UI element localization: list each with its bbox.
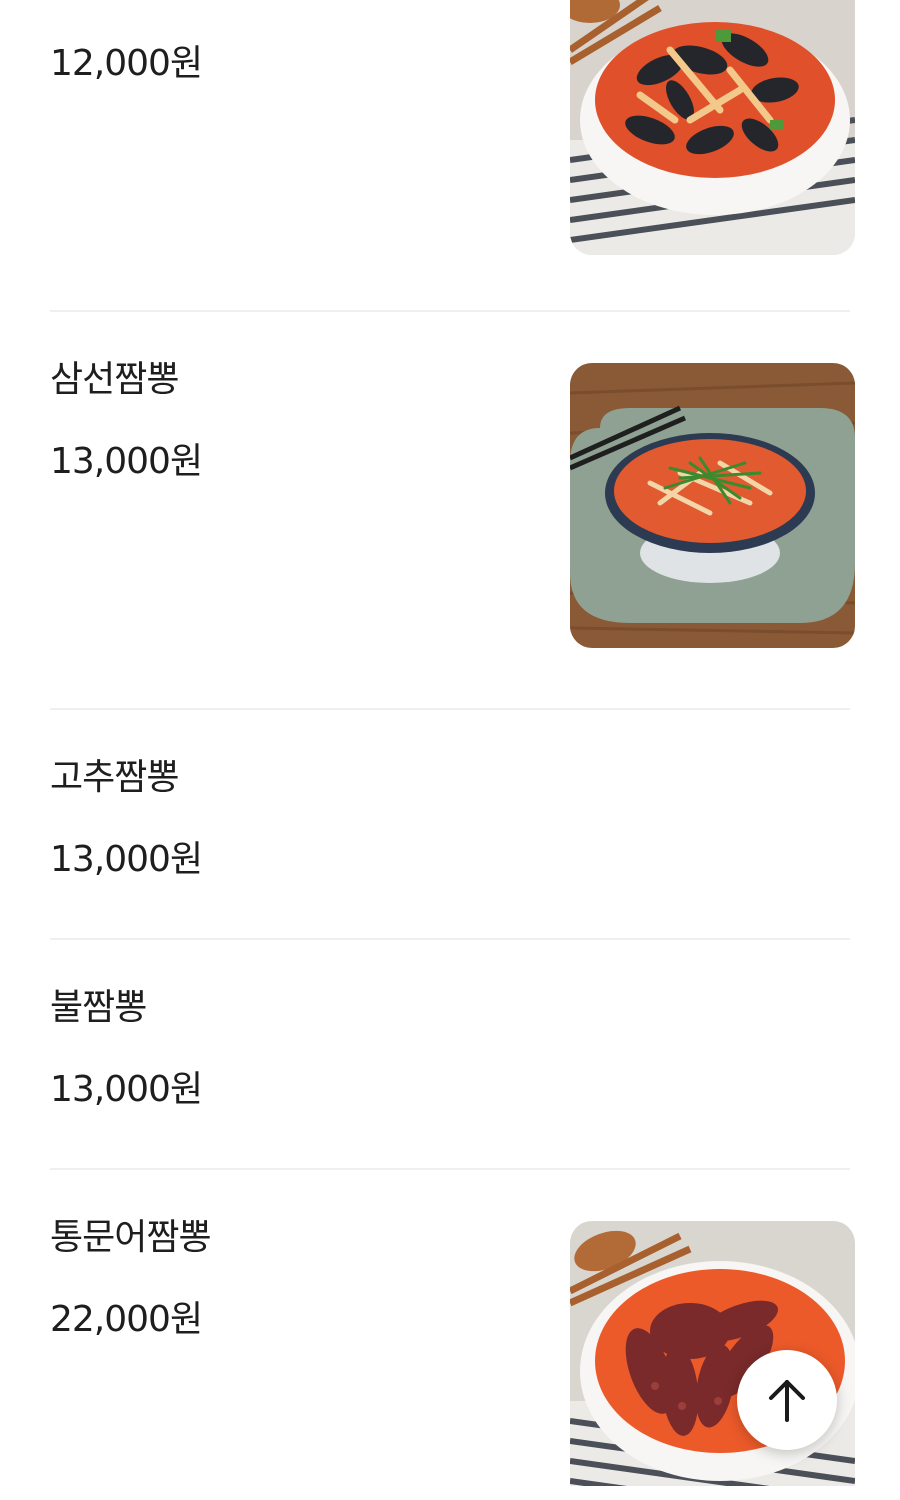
menu-item-octopus-jjamppong[interactable]: 통문어짬뽕 22,000원 (50, 1214, 855, 1500)
menu-item-name: 삼선짬뽕 (50, 359, 179, 400)
divider (50, 310, 850, 312)
menu-item-price: 13,000원 (50, 441, 203, 482)
menu-item-price: 13,000원 (50, 839, 203, 880)
menu-item-bul-jjamppong[interactable]: 불짬뽕 13,000원 (50, 984, 855, 1124)
menu-item-mussel-jjamppong[interactable]: 12,000원 (50, 0, 855, 260)
divider (50, 1168, 850, 1170)
menu-item-price: 22,000원 (50, 1299, 203, 1340)
menu-list: 12,000원 삼선짬뽕 13,000원 고추짬뽕 13,000원 불짬뽕 13… (0, 0, 900, 1500)
mussel-jjamppong-photo-icon (570, 0, 855, 255)
menu-item-name: 고추짬뽕 (50, 757, 179, 798)
menu-item-price: 13,000원 (50, 1069, 203, 1110)
menu-item-name: 불짬뽕 (50, 987, 147, 1028)
menu-item-gochu-jjamppong[interactable]: 고추짬뽕 13,000원 (50, 754, 855, 894)
samseon-jjamppong-photo-icon (570, 363, 855, 648)
scroll-to-top-button[interactable] (737, 1350, 837, 1450)
menu-item-price: 12,000원 (50, 43, 203, 84)
octopus-jjamppong-photo-icon (570, 1221, 855, 1486)
menu-item-photo (570, 363, 855, 648)
divider (50, 708, 850, 710)
divider (50, 938, 850, 940)
menu-item-photo (570, 1221, 855, 1486)
menu-item-photo (570, 0, 855, 255)
menu-item-samseon-jjamppong[interactable]: 삼선짬뽕 13,000원 (50, 356, 855, 656)
arrow-up-icon (769, 1380, 805, 1422)
menu-item-name: 통문어짬뽕 (50, 1217, 212, 1258)
